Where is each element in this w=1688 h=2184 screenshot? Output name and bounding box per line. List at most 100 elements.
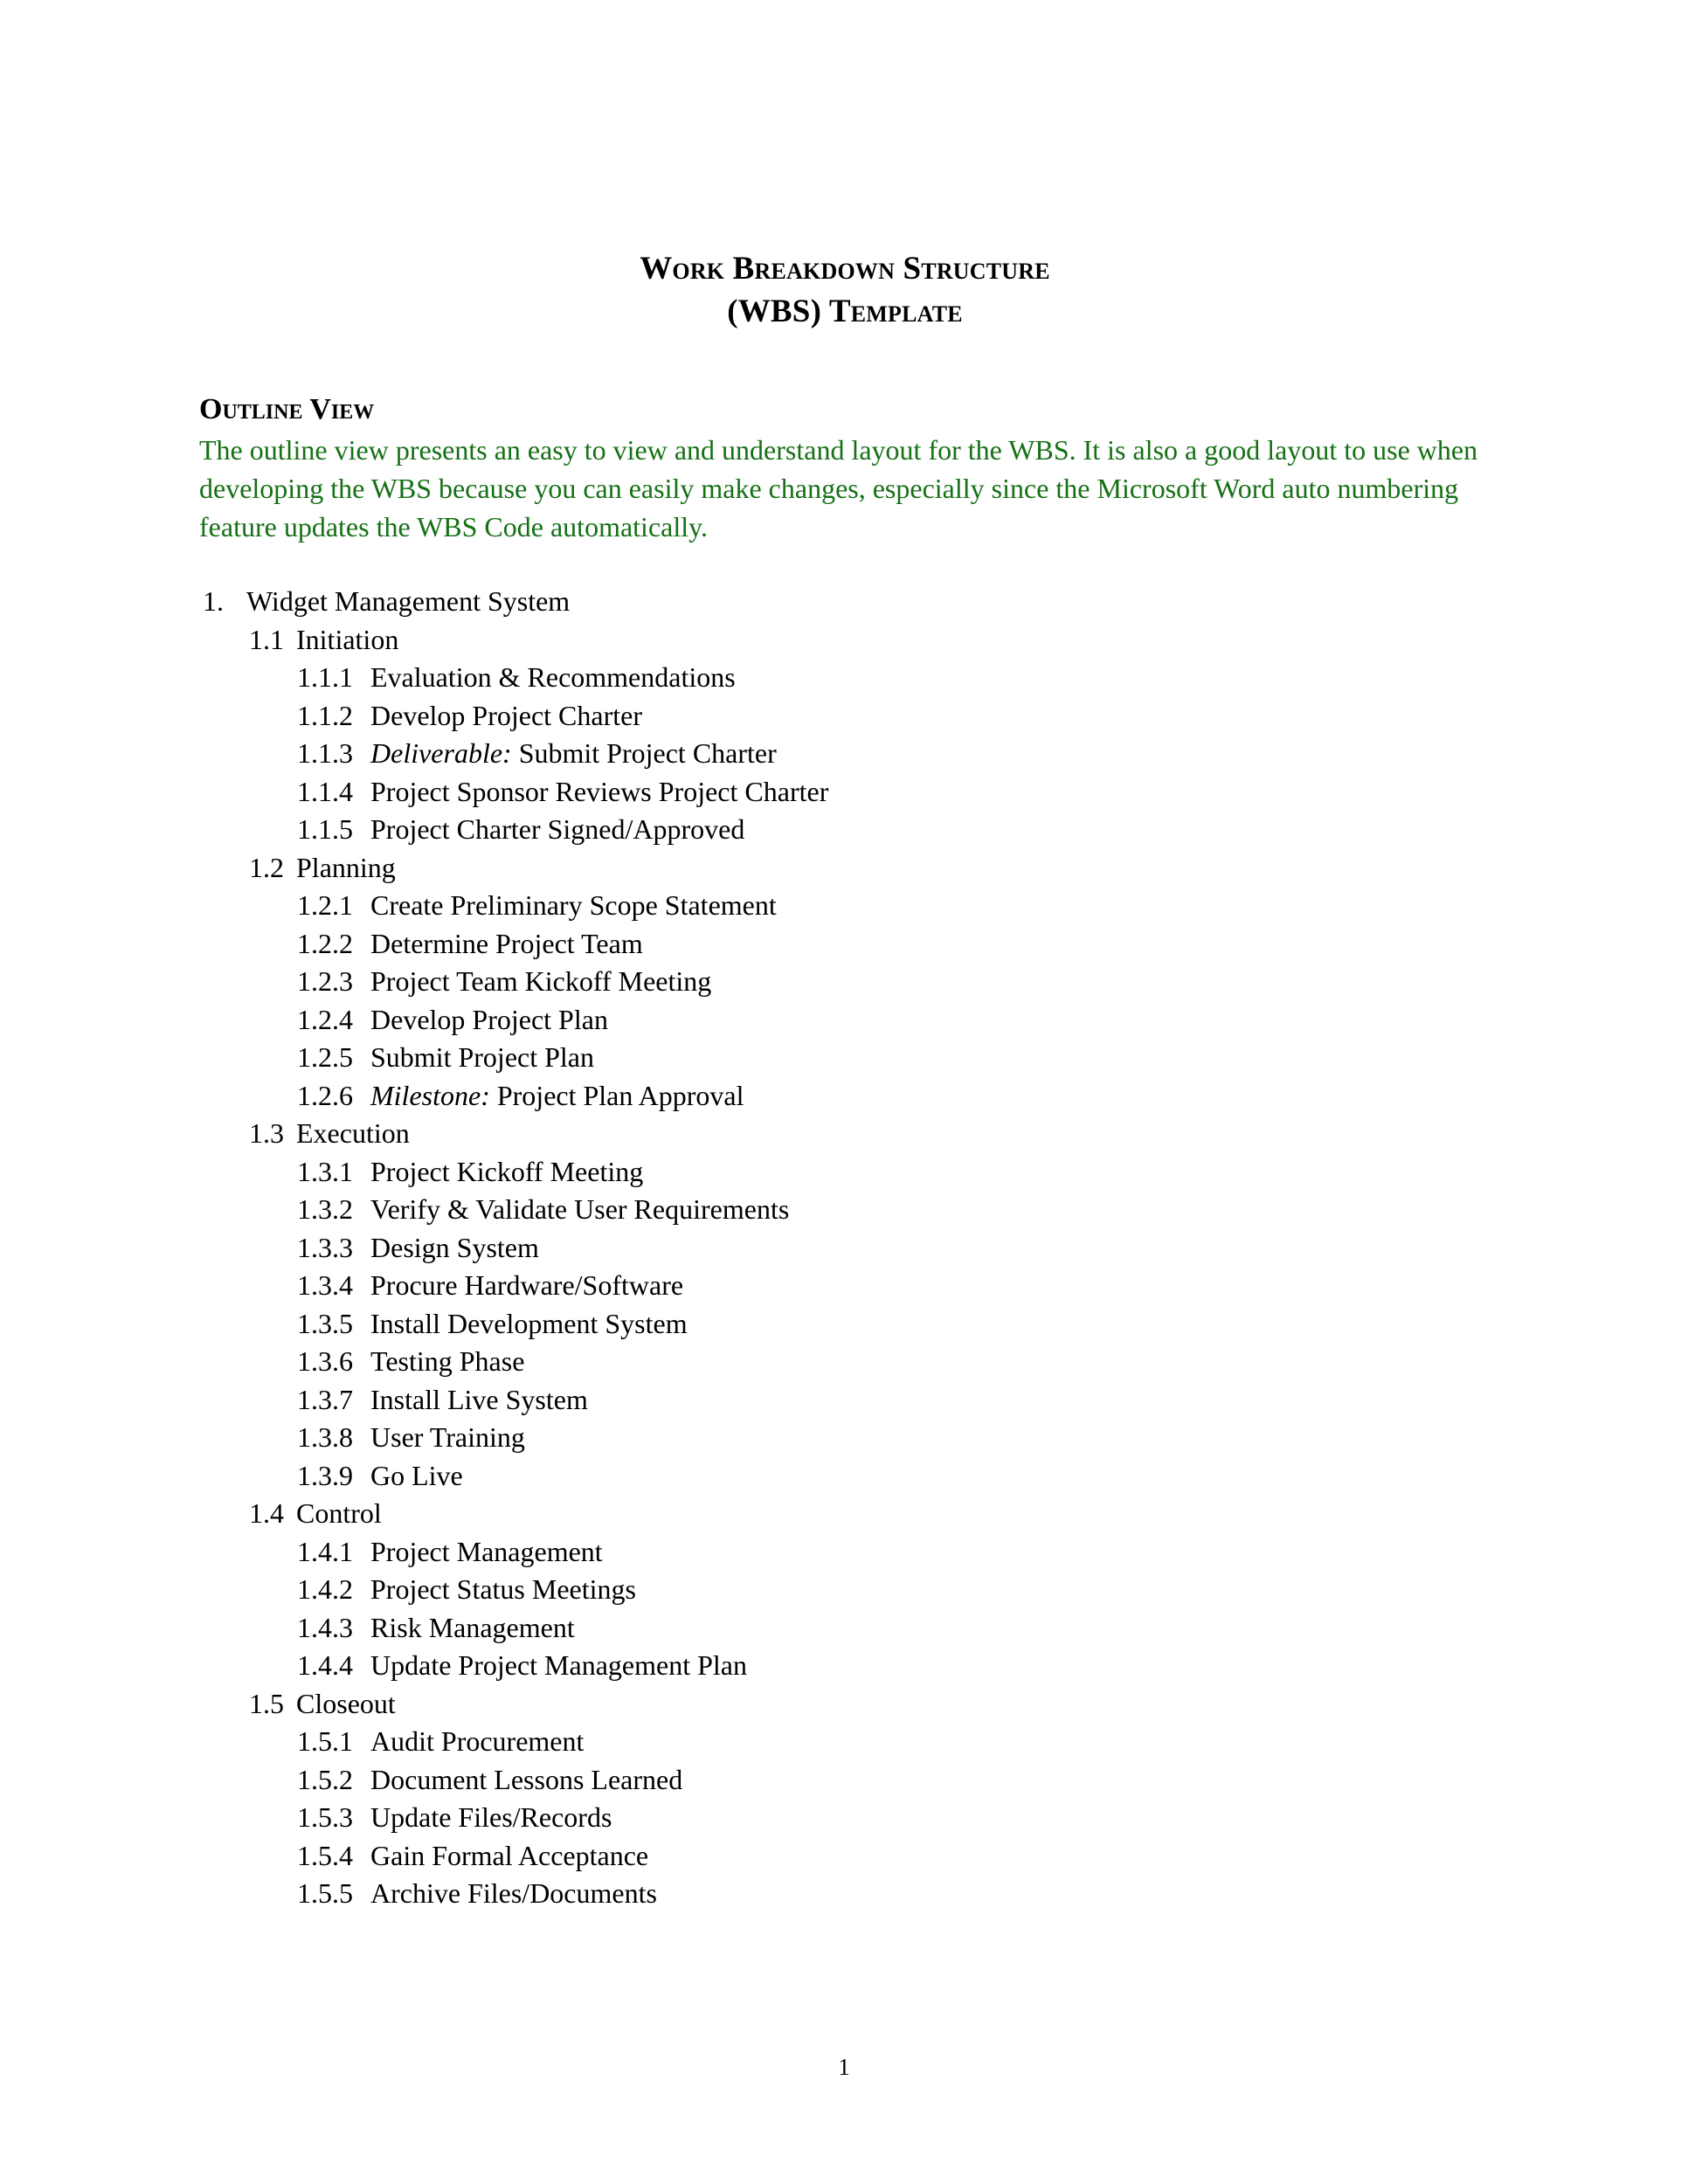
wbs-label: Develop Project Charter — [370, 699, 642, 731]
wbs-outline-item: 1.3.5 Install Development System — [199, 1305, 1491, 1344]
wbs-outline-item: 1.3.3 Design System — [199, 1229, 1491, 1268]
wbs-code: 1.2 — [249, 851, 284, 883]
wbs-label: Milestone: Project Plan Approval — [370, 1077, 744, 1116]
wbs-label: User Training — [370, 1421, 525, 1453]
wbs-outline-item: 1.3.8 User Training — [199, 1419, 1491, 1457]
wbs-outline-item: 1.2.2 Determine Project Team — [199, 925, 1491, 964]
wbs-outline-item: 1.4.1 Project Management — [199, 1533, 1491, 1572]
wbs-outline-item: 1.1.3 Deliverable: Submit Project Charter — [199, 735, 1491, 773]
wbs-label: Planning — [296, 851, 396, 883]
wbs-code: 1.5.2 — [297, 1763, 353, 1795]
wbs-outline-item: 1.2.3 Project Team Kickoff Meeting — [199, 963, 1491, 1001]
wbs-label: Risk Management — [370, 1611, 575, 1643]
wbs-code: 1.1 — [249, 623, 284, 655]
page-title: Work Breakdown Structure (WBS) Template — [199, 0, 1491, 333]
wbs-outline-item: 1.1.5 Project Charter Signed/Approved — [199, 811, 1491, 849]
wbs-label: Install Development System — [370, 1307, 688, 1339]
wbs-outline-item: 1.4 Control — [199, 1495, 1491, 1533]
wbs-code: 1.2.4 — [297, 1003, 353, 1035]
wbs-code: 1.4.1 — [297, 1535, 353, 1567]
wbs-outline-item: 1.1.4 Project Sponsor Reviews Project Cha… — [199, 773, 1491, 812]
wbs-label: Document Lessons Learned — [370, 1763, 683, 1795]
wbs-code: 1.3.9 — [297, 1459, 353, 1491]
wbs-outline-item: 1.3.2 Verify & Validate User Requirements — [199, 1191, 1491, 1229]
wbs-label-rest: Submit Project Charter — [511, 737, 777, 769]
wbs-code: 1.2.3 — [297, 965, 353, 997]
wbs-code: 1.5 — [249, 1687, 284, 1719]
wbs-outline-item: 1.3.4 Procure Hardware/Software — [199, 1267, 1491, 1305]
wbs-code: 1.3.7 — [297, 1383, 353, 1415]
wbs-code: 1.2.1 — [297, 889, 353, 921]
wbs-label: Closeout — [296, 1687, 396, 1719]
wbs-code: 1.5.1 — [297, 1725, 353, 1757]
wbs-label: Go Live — [370, 1459, 463, 1491]
wbs-label: Design System — [370, 1231, 539, 1263]
wbs-outline-item: 1.3 Execution — [199, 1115, 1491, 1153]
wbs-label: Verify & Validate User Requirements — [370, 1193, 790, 1225]
wbs-code: 1.4.4 — [297, 1649, 353, 1681]
wbs-outline-item: 1.4.3 Risk Management — [199, 1609, 1491, 1648]
wbs-outline-list: 1. Widget Management System 1.1 Initiation 1… — [199, 546, 1491, 1913]
wbs-code: 1.1.2 — [297, 699, 353, 731]
wbs-label: Procure Hardware/Software — [370, 1269, 684, 1301]
wbs-code: 1.1.3 — [297, 737, 353, 769]
wbs-label: Project Kickoff Meeting — [370, 1155, 644, 1187]
wbs-label: Project Management — [370, 1535, 603, 1567]
wbs-code: 1.2.2 — [297, 927, 353, 959]
wbs-label: Determine Project Team — [370, 927, 643, 959]
wbs-outline-item: 1.2.6 Milestone: Project Plan Approval — [199, 1077, 1491, 1116]
wbs-code: 1.1.4 — [297, 775, 353, 807]
wbs-code: 1.3 — [249, 1117, 284, 1149]
wbs-code: 1.2.6 — [297, 1079, 353, 1111]
wbs-label: Project Team Kickoff Meeting — [370, 965, 712, 997]
wbs-outline-item: 1.3.1 Project Kickoff Meeting — [199, 1153, 1491, 1192]
wbs-label: Control — [296, 1497, 382, 1529]
wbs-label: Execution — [296, 1117, 410, 1149]
wbs-outline-item: 1.5.2 Document Lessons Learned — [199, 1761, 1491, 1800]
wbs-label: Gain Formal Acceptance — [370, 1839, 649, 1871]
wbs-label: Project Status Meetings — [370, 1573, 636, 1605]
wbs-outline-item: 1.3.9 Go Live — [199, 1457, 1491, 1496]
section-heading-outline-view: Outline View — [199, 393, 375, 425]
wbs-outline-item: 1.2 Planning — [199, 849, 1491, 888]
wbs-code: 1.3.5 — [297, 1307, 353, 1339]
wbs-outline-item: 1.3.6 Testing Phase — [199, 1343, 1491, 1381]
page-content: Work Breakdown Structure (WBS) Template … — [199, 0, 1491, 1913]
wbs-outline-item: 1.4.4 Update Project Management Plan — [199, 1647, 1491, 1685]
document-page: Work Breakdown Structure (WBS) Template … — [0, 0, 1688, 2184]
wbs-outline-item: 1.5.3 Update Files/Records — [199, 1799, 1491, 1837]
wbs-outline-item: 1.4.2 Project Status Meetings — [199, 1571, 1491, 1609]
wbs-code: 1.5.3 — [297, 1801, 353, 1833]
wbs-code: 1.1.1 — [297, 661, 353, 693]
wbs-code: 1.5.4 — [297, 1839, 353, 1871]
wbs-label: Widget Management System — [246, 585, 571, 617]
wbs-outline-item: 1.5 Closeout — [199, 1685, 1491, 1724]
wbs-code: 1.3.8 — [297, 1421, 353, 1453]
wbs-code: 1.1.5 — [297, 813, 353, 845]
wbs-outline-item: 1.1.1 Evaluation & Recommendations — [199, 659, 1491, 697]
wbs-outline-item: 1.2.5 Submit Project Plan — [199, 1039, 1491, 1077]
wbs-outline-item: 1.3.7 Install Live System — [199, 1381, 1491, 1420]
wbs-outline-item: 1.1.2 Develop Project Charter — [199, 697, 1491, 736]
wbs-outline-item: 1. Widget Management System — [199, 583, 1491, 621]
wbs-label-rest: Project Plan Approval — [489, 1079, 744, 1111]
wbs-code: 1.5.5 — [297, 1877, 353, 1909]
wbs-code: 1.3.3 — [297, 1231, 353, 1263]
wbs-label: Evaluation & Recommendations — [370, 661, 736, 693]
wbs-outline-item: 1.5.1 Audit Procurement — [199, 1723, 1491, 1761]
wbs-label-emphasis: Milestone: — [370, 1079, 490, 1111]
wbs-label: Initiation — [296, 623, 399, 655]
wbs-code: 1.4.3 — [297, 1611, 353, 1643]
wbs-outline-item: 1.1 Initiation — [199, 621, 1491, 660]
wbs-code: 1.4 — [249, 1497, 284, 1529]
wbs-label: Project Sponsor Reviews Project Charter — [370, 775, 829, 807]
wbs-outline-item: 1.2.1 Create Preliminary Scope Statement — [199, 887, 1491, 925]
wbs-label: Project Charter Signed/Approved — [370, 813, 745, 845]
wbs-label: Archive Files/Documents — [370, 1877, 657, 1909]
wbs-code: 1.3.1 — [297, 1155, 353, 1187]
wbs-outline-item: 1.5.4 Gain Formal Acceptance — [199, 1837, 1491, 1876]
page-title-line-2: (WBS) Template — [727, 294, 963, 329]
wbs-label-emphasis: Deliverable: — [370, 737, 512, 769]
wbs-code: 1.3.4 — [297, 1269, 353, 1301]
wbs-code: 1.4.2 — [297, 1573, 353, 1605]
